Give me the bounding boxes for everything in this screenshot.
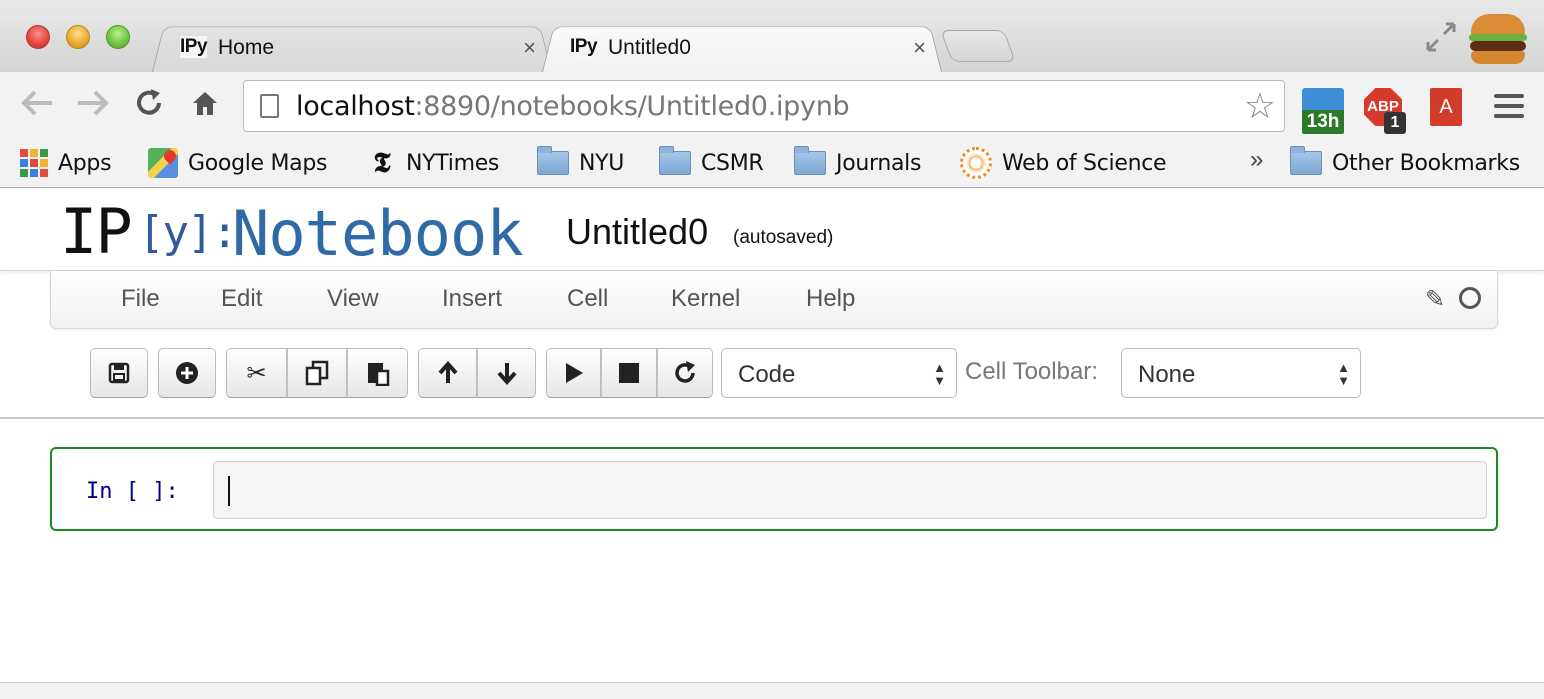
profile-avatar-burger-icon[interactable] — [1467, 12, 1529, 66]
reload-icon[interactable] — [134, 88, 164, 126]
menu-view[interactable]: View — [327, 285, 379, 313]
paste-cell-button[interactable] — [347, 348, 408, 398]
menu-cell[interactable]: Cell — [567, 285, 608, 313]
url-text[interactable]: localhost:8890/notebooks/Untitled0.ipynb — [296, 91, 850, 122]
folder-icon — [794, 146, 826, 175]
tab-untitled0[interactable]: IPy Untitled0 × — [542, 22, 942, 73]
select-arrows-icon: ▲ ▼ — [933, 360, 946, 388]
forward-arrow-icon[interactable] — [76, 88, 110, 126]
kernel-idle-indicator-icon — [1459, 287, 1481, 309]
pdf-extension-icon[interactable]: A — [1430, 88, 1464, 128]
notebook-menubar: File Edit View Insert Cell Kernel Help ✎ — [50, 271, 1498, 329]
adblock-plus-icon[interactable]: ABP 1 — [1364, 88, 1410, 134]
restart-icon — [675, 361, 695, 383]
select-arrows-icon: ▲ ▼ — [1337, 360, 1350, 388]
move-cell-down-button[interactable] — [477, 348, 536, 398]
fullscreen-icon[interactable] — [1424, 20, 1458, 54]
copy-cell-button[interactable] — [287, 348, 347, 398]
apps-grid-icon — [20, 149, 48, 177]
save-button[interactable] — [90, 348, 148, 398]
minimize-window-button[interactable] — [66, 25, 90, 49]
notebook-toolbar: ✂ Code ▲ ▼ Cell Toolbar: None ▲ ▼ — [0, 346, 1544, 402]
cell-toolbar-select[interactable]: None ▲ ▼ — [1121, 348, 1361, 398]
bookmark-apps[interactable]: Apps — [20, 148, 112, 178]
save-status: (autosaved) — [733, 227, 834, 248]
input-prompt: In [ ]: — [86, 479, 179, 504]
close-window-button[interactable] — [26, 25, 50, 49]
tab-title: Untitled0 — [608, 36, 691, 59]
menu-file[interactable]: File — [121, 285, 160, 313]
bookmark-folder-other[interactable]: Other Bookmarks — [1290, 146, 1520, 178]
menu-edit[interactable]: Edit — [221, 285, 262, 313]
stop-icon — [619, 363, 639, 383]
browser-toolbar: localhost:8890/notebooks/Untitled0.ipynb… — [0, 72, 1544, 142]
folder-icon — [659, 146, 691, 175]
google-maps-icon — [148, 148, 178, 178]
window-bottom-edge — [0, 682, 1544, 699]
menu-kernel[interactable]: Kernel — [671, 285, 740, 313]
web-of-science-icon — [960, 147, 992, 179]
close-tab-icon[interactable]: × — [913, 35, 926, 61]
bookmark-folder-csmr[interactable]: CSMR — [659, 146, 764, 178]
tab-home[interactable]: IPy Home × — [152, 22, 552, 73]
copy-icon — [305, 360, 329, 386]
bookmarks-overflow-chevron-icon[interactable]: » — [1250, 146, 1263, 174]
browser-titlebar: IPy Home × IPy Untitled0 × — [0, 0, 1544, 73]
bookmark-google-maps[interactable]: Google Maps — [148, 148, 327, 178]
nytimes-icon: 𝕿 — [373, 146, 391, 179]
bookmark-folder-nyu[interactable]: NYU — [537, 146, 624, 178]
menu-insert[interactable]: Insert — [442, 285, 502, 313]
cell-type-select[interactable]: Code ▲ ▼ — [721, 348, 957, 398]
cell-toolbar-label: Cell Toolbar: — [965, 358, 1098, 385]
folder-icon — [537, 146, 569, 175]
bookmark-folder-journals[interactable]: Journals — [794, 146, 921, 178]
calendar-extension-icon[interactable]: 13h — [1302, 88, 1344, 134]
notebook-name[interactable]: Untitled0 — [566, 211, 708, 253]
toolbar-divider — [0, 417, 1544, 419]
bookmarks-bar: Apps Google Maps 𝕿 NYTimes NYU CSMR Jour… — [0, 140, 1544, 188]
ipython-favicon-icon: IPy — [180, 36, 208, 58]
interrupt-kernel-button[interactable] — [601, 348, 657, 398]
code-cell[interactable]: In [ ]: — [50, 447, 1498, 531]
menu-help[interactable]: Help — [806, 285, 855, 313]
bookmark-nytimes[interactable]: 𝕿 NYTimes — [368, 146, 499, 179]
tab-title: Home — [218, 36, 275, 59]
bookmark-star-icon[interactable]: ☆ — [1244, 85, 1276, 127]
text-cursor — [228, 476, 230, 506]
chrome-menu-icon[interactable] — [1494, 94, 1524, 124]
back-arrow-icon[interactable] — [20, 88, 54, 126]
arrow-up-icon — [438, 361, 457, 383]
cell-input[interactable] — [213, 461, 1487, 519]
cut-cell-button[interactable]: ✂ — [226, 348, 287, 398]
ipython-favicon-icon: IPy — [570, 36, 598, 58]
edit-mode-pencil-icon: ✎ — [1425, 286, 1446, 313]
play-icon — [565, 363, 583, 383]
notebook-header: IP [y]: Notebook Untitled0 (autosaved) — [0, 189, 1544, 271]
move-cell-up-button[interactable] — [418, 348, 477, 398]
folder-icon — [1290, 146, 1322, 175]
arrow-down-icon — [497, 363, 516, 385]
new-tab-button[interactable] — [940, 30, 1016, 62]
run-cell-button[interactable] — [546, 348, 601, 398]
page-icon — [260, 94, 279, 118]
close-tab-icon[interactable]: × — [523, 35, 536, 61]
insert-cell-button[interactable] — [158, 348, 216, 398]
paste-icon — [367, 363, 389, 386]
address-bar[interactable]: localhost:8890/notebooks/Untitled0.ipynb… — [243, 80, 1285, 132]
home-icon[interactable] — [190, 88, 220, 126]
zoom-window-button[interactable] — [106, 25, 130, 49]
bookmark-web-of-science[interactable]: Web of Science — [960, 147, 1167, 179]
scissors-icon: ✂ — [246, 359, 267, 387]
restart-kernel-button[interactable] — [657, 348, 713, 398]
